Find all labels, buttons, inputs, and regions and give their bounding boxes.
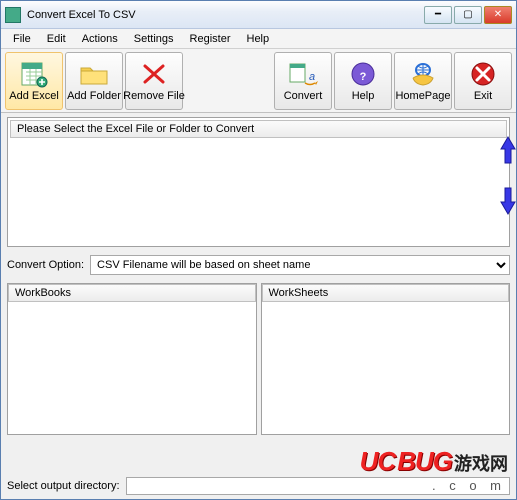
convert-icon: a bbox=[287, 60, 319, 88]
titlebar: Convert Excel To CSV ━ ▢ ✕ bbox=[1, 1, 516, 29]
window-title: Convert Excel To CSV bbox=[27, 9, 424, 21]
worksheets-pane: WorkSheets bbox=[261, 283, 511, 435]
convert-label: Convert bbox=[284, 90, 323, 102]
minimize-button[interactable]: ━ bbox=[424, 6, 452, 24]
svg-text:?: ? bbox=[360, 71, 367, 83]
app-window: Convert Excel To CSV ━ ▢ ✕ File Edit Act… bbox=[0, 0, 517, 500]
menu-settings[interactable]: Settings bbox=[126, 31, 182, 47]
menu-register[interactable]: Register bbox=[182, 31, 239, 47]
move-down-button[interactable] bbox=[500, 186, 516, 219]
convert-option-label: Convert Option: bbox=[7, 259, 84, 271]
convert-button[interactable]: a Convert bbox=[274, 52, 332, 110]
toolbar: Add Excel Add Folder Remove File a Conve… bbox=[1, 49, 516, 113]
help-icon: ? bbox=[347, 60, 379, 88]
file-list-panel: Please Select the Excel File or Folder t… bbox=[7, 117, 510, 247]
remove-file-label: Remove File bbox=[123, 90, 185, 102]
exit-icon bbox=[467, 60, 499, 88]
menu-edit[interactable]: Edit bbox=[39, 31, 74, 47]
window-controls: ━ ▢ ✕ bbox=[424, 6, 512, 24]
remove-icon bbox=[138, 60, 170, 88]
exit-button[interactable]: Exit bbox=[454, 52, 512, 110]
output-directory-label: Select output directory: bbox=[7, 480, 120, 492]
workbooks-header[interactable]: WorkBooks bbox=[8, 284, 256, 302]
svg-text:a: a bbox=[309, 71, 315, 83]
menu-help[interactable]: Help bbox=[239, 31, 278, 47]
output-directory-input[interactable] bbox=[126, 477, 510, 495]
file-list-body[interactable] bbox=[10, 138, 507, 244]
menu-actions[interactable]: Actions bbox=[74, 31, 126, 47]
help-button[interactable]: ? Help bbox=[334, 52, 392, 110]
close-button[interactable]: ✕ bbox=[484, 6, 512, 24]
exit-label: Exit bbox=[474, 90, 492, 102]
folder-icon bbox=[78, 60, 110, 88]
add-folder-button[interactable]: Add Folder bbox=[65, 52, 123, 110]
move-up-button[interactable] bbox=[500, 135, 516, 168]
convert-option-row: Convert Option: CSV Filename will be bas… bbox=[7, 251, 510, 279]
homepage-label: HomePage bbox=[395, 90, 450, 102]
file-list-header[interactable]: Please Select the Excel File or Folder t… bbox=[10, 120, 507, 138]
workbooks-pane: WorkBooks bbox=[7, 283, 257, 435]
homepage-icon bbox=[407, 60, 439, 88]
add-excel-label: Add Excel bbox=[9, 90, 59, 102]
app-icon bbox=[5, 7, 21, 23]
menu-file[interactable]: File bbox=[5, 31, 39, 47]
convert-option-select[interactable]: CSV Filename will be based on sheet name bbox=[90, 255, 510, 275]
help-label: Help bbox=[352, 90, 375, 102]
remove-file-button[interactable]: Remove File bbox=[125, 52, 183, 110]
main-body: Please Select the Excel File or Folder t… bbox=[1, 113, 516, 499]
worksheets-header[interactable]: WorkSheets bbox=[262, 284, 510, 302]
add-excel-button[interactable]: Add Excel bbox=[5, 52, 63, 110]
workbooks-list[interactable] bbox=[8, 302, 256, 434]
maximize-button[interactable]: ▢ bbox=[454, 6, 482, 24]
worksheets-list[interactable] bbox=[262, 302, 510, 434]
menubar: File Edit Actions Settings Register Help bbox=[1, 29, 516, 49]
workbook-worksheet-panes: WorkBooks WorkSheets bbox=[7, 283, 510, 435]
add-folder-label: Add Folder bbox=[67, 90, 121, 102]
excel-file-icon bbox=[18, 60, 50, 88]
output-directory-row: Select output directory: bbox=[7, 473, 510, 495]
homepage-button[interactable]: HomePage bbox=[394, 52, 452, 110]
